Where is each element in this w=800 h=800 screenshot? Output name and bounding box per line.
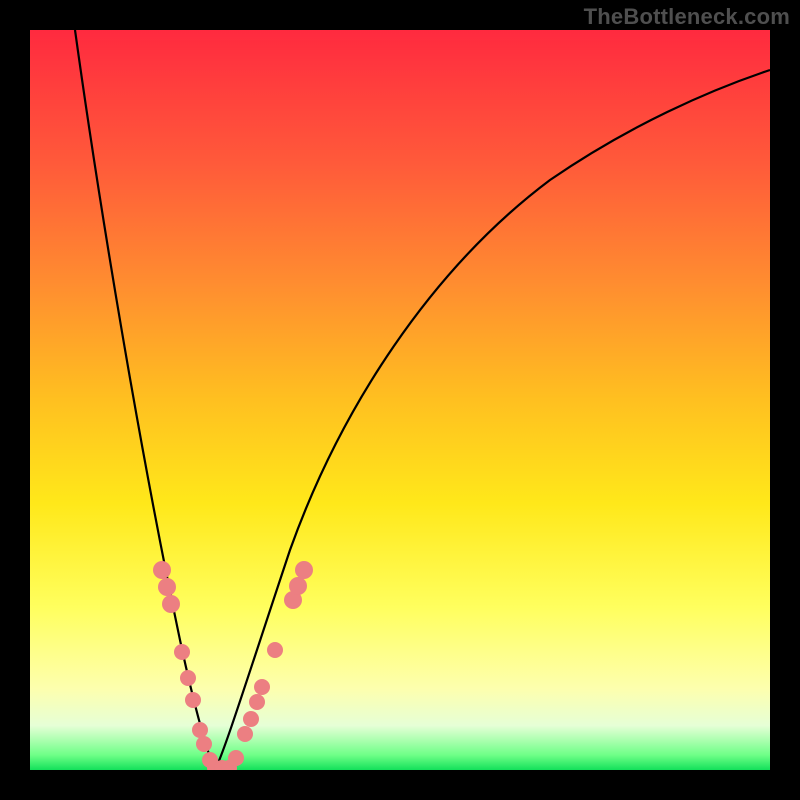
watermark-text: TheBottleneck.com [584,4,790,30]
chart-plot-area [30,30,770,770]
curve-right-branch [215,70,770,770]
curve-left-branch [75,30,215,770]
chart-svg [30,30,770,770]
marker-group [153,561,313,770]
